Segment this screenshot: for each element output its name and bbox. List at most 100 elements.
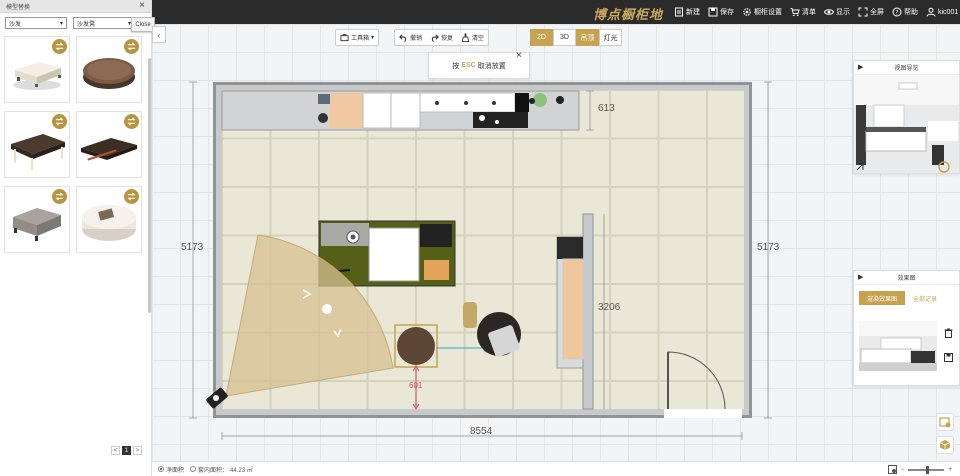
panel-toggle-icon[interactable]: ▶	[858, 273, 863, 281]
zoom-slider-thumb[interactable]	[926, 465, 930, 474]
zoom-fit-icon[interactable]	[887, 465, 897, 474]
help-icon: ?	[892, 7, 902, 17]
user-icon	[926, 7, 936, 17]
panel-toggle-icon[interactable]: ▶	[858, 63, 863, 71]
prev-page-button[interactable]: <	[111, 446, 120, 455]
esc-cancel-tip: 按 ESC 取消放置	[428, 52, 530, 79]
model-replace-panel: 模型替换 × 沙发 ▾ 沙发凳 ▾ < 1 >	[0, 0, 152, 476]
product-card[interactable]	[76, 111, 142, 178]
floor-plan[interactable]: 613 5173 5173 3206 8554 601	[152, 24, 960, 461]
undo-button[interactable]: 撤销	[395, 30, 426, 45]
trash-icon[interactable]	[944, 328, 953, 338]
product-card[interactable]	[4, 36, 70, 103]
cart-icon	[790, 8, 800, 17]
mode-lighting-button[interactable]: 灯光	[599, 29, 622, 46]
esc-tip-close-button[interactable]: ×	[516, 50, 522, 61]
interior-area-radio[interactable]	[190, 466, 197, 472]
dim-pouf-gap: 601	[409, 381, 423, 390]
app-logo: 博点橱柜地	[593, 8, 664, 23]
save-icon	[708, 7, 718, 17]
product-card[interactable]	[76, 36, 142, 103]
dim-right-height: 5173	[757, 242, 780, 253]
status-bar: 净面积 套内面积： 44.23 ㎡ − +	[152, 461, 960, 476]
product-grid	[4, 36, 144, 253]
mode-3d-button[interactable]: 3D	[553, 29, 576, 46]
clear-button[interactable]: 清空	[457, 30, 488, 45]
category-select[interactable]: 沙发 ▾	[5, 17, 67, 29]
zoom-out-button[interactable]: −	[901, 467, 905, 473]
view-mode-group: 2D 3D 吊顶 灯光	[530, 29, 622, 46]
dim-top-counter: 613	[598, 103, 615, 114]
product-card[interactable]	[4, 186, 70, 253]
view-preview-image[interactable]	[854, 75, 959, 173]
menu-help[interactable]: ? 帮助	[892, 7, 918, 17]
gear-icon	[743, 8, 751, 16]
net-area-label: 净面积	[166, 467, 185, 474]
panel-title: 模型替换	[6, 4, 31, 11]
toolbar-toolbox-group: 工具箱 ▾	[335, 29, 380, 46]
area-value: 44.23 ㎡	[230, 467, 253, 474]
view-navigator-panel: ▶ 视图导览	[853, 60, 960, 174]
chevron-down-icon: ▾	[371, 35, 375, 41]
cube-icon	[939, 440, 951, 450]
new-file-icon	[675, 7, 683, 17]
toolbox-dropdown[interactable]: 工具箱 ▾	[336, 30, 378, 45]
image-add-button[interactable]	[936, 413, 954, 431]
panel-close-button[interactable]: ×	[139, 1, 145, 11]
svg-text:?: ?	[895, 9, 898, 16]
zoom-control: − +	[887, 465, 952, 474]
model-library-button[interactable]	[936, 436, 954, 454]
eye-icon	[824, 9, 834, 15]
design-canvas[interactable]: 613 5173 5173 3206 8554 601	[152, 24, 960, 461]
zoom-in-button[interactable]: +	[948, 467, 952, 473]
swap-icon[interactable]	[124, 114, 139, 129]
fullscreen-icon	[858, 7, 868, 17]
panel-header: 模型替换 ×	[0, 0, 151, 13]
dim-width: 8554	[470, 426, 493, 437]
menu-cabinet-settings[interactable]: 橱柜设置	[742, 7, 782, 17]
door-opening	[664, 409, 742, 418]
menu-display[interactable]: 显示	[824, 7, 850, 17]
render-button[interactable]: 渲染效果图	[859, 291, 906, 305]
swap-icon[interactable]	[124, 39, 139, 54]
menu-fullscreen[interactable]: 全屏	[858, 7, 884, 17]
toolbar-edit-group: 撤销 恢复 清空	[394, 29, 490, 46]
swap-icon[interactable]	[52, 39, 67, 54]
product-card[interactable]	[76, 186, 142, 253]
render-panel-title: 效果图	[897, 276, 916, 282]
swap-icon[interactable]	[52, 114, 67, 129]
interior-area-label: 套内面积：	[198, 467, 229, 474]
next-page-button[interactable]: >	[133, 446, 142, 455]
render-panel: ▶ 效果图 渲染效果图 全部记录	[853, 270, 960, 386]
zoom-slider[interactable]	[908, 465, 945, 474]
top-menu: 新建 保存 橱柜设置 清单 显示 全屏 ? 帮助 kic001	[674, 0, 960, 24]
view-nav-title: 视图导览	[894, 66, 919, 72]
redo-icon	[431, 34, 439, 42]
image-plus-icon	[939, 417, 951, 428]
subcategory-select[interactable]: 沙发凳 ▾	[73, 17, 135, 29]
all-records-link[interactable]: 全部记录	[913, 294, 937, 303]
mode-ceiling-button[interactable]: 吊顶	[576, 29, 599, 46]
pagination: < 1 >	[111, 446, 142, 455]
broom-icon	[461, 33, 470, 42]
menu-user[interactable]: kic001	[926, 7, 958, 17]
swap-icon[interactable]	[52, 189, 67, 204]
dim-left-height: 5173	[181, 242, 204, 253]
undo-icon	[399, 34, 407, 42]
toolbox-icon	[340, 34, 349, 42]
menu-save[interactable]: 保存	[708, 7, 734, 17]
mode-2d-button[interactable]: 2D	[530, 29, 553, 46]
chevron-left-icon: ‹	[157, 29, 161, 40]
menu-new[interactable]: 新建	[674, 7, 700, 17]
product-card[interactable]	[4, 111, 70, 178]
render-thumbnail[interactable]	[859, 321, 937, 371]
panel-scrollbar[interactable]	[148, 58, 151, 313]
menu-list[interactable]: 清单	[790, 7, 816, 17]
swap-icon[interactable]	[124, 189, 139, 204]
save-icon[interactable]	[944, 353, 953, 362]
redo-button[interactable]: 恢复	[426, 30, 457, 45]
net-area-radio[interactable]	[158, 466, 164, 472]
collapse-left-panel-button[interactable]: ‹	[152, 26, 166, 43]
dim-partition: 3206	[598, 302, 621, 313]
page-1-button[interactable]: 1	[122, 446, 131, 455]
